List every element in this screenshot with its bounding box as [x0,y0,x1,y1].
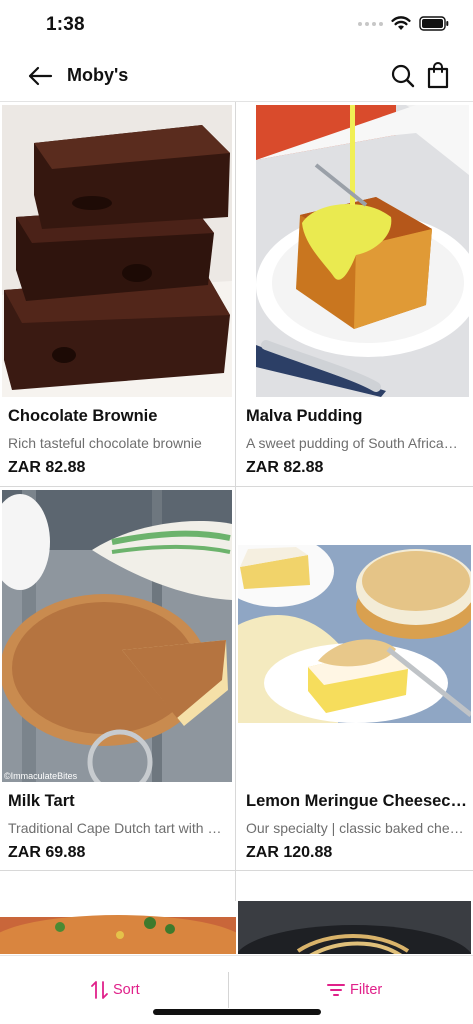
product-price: ZAR 120.88 [246,844,333,861]
product-price: ZAR 69.88 [8,844,86,861]
product-image-lemon-meringue[interactable] [238,545,471,723]
bar-divider [228,972,229,1008]
sort-icon [91,981,108,999]
product-price: ZAR 82.88 [8,459,86,476]
product-card[interactable] [0,871,236,954]
status-time: 1:38 [46,14,85,35]
arrow-left-icon [28,66,53,86]
status-bar: 1:38 [0,0,473,50]
product-image-partial[interactable] [238,901,471,954]
battery-icon [419,16,449,31]
product-name: Milk Tart [8,792,75,810]
product-card[interactable]: Malva Pudding A sweet pudding of South A… [236,102,473,487]
product-card[interactable] [236,871,473,954]
product-image-partial[interactable] [0,901,236,954]
product-grid: Chocolate Brownie Rich tasteful chocolat… [0,102,473,954]
status-icons [358,16,449,31]
product-name: Malva Pudding [246,407,363,425]
search-button[interactable] [390,63,416,89]
filter-button[interactable]: Filter [326,973,382,1007]
product-card[interactable]: Chocolate Brownie Rich tasteful chocolat… [0,102,236,487]
page-title: Moby's [67,65,129,85]
filter-icon [327,984,345,996]
product-description: Our specialty | classic baked cheesecake [246,820,464,836]
wifi-icon [391,16,411,30]
product-name: Lemon Meringue Cheesecake [246,792,468,810]
back-button[interactable] [26,62,54,90]
product-image-brownie[interactable] [2,105,232,397]
cellular-signal-icon [358,21,383,26]
product-description: Rich tasteful chocolate brownie [8,435,202,451]
product-price: ZAR 82.88 [246,459,324,476]
filter-label: Filter [350,982,383,998]
search-icon [391,64,415,88]
product-description: A sweet pudding of South African origin [246,435,464,451]
product-image-milk-tart[interactable]: ©ImmaculateBites [2,490,232,782]
product-image-malva-pudding[interactable] [256,105,469,397]
product-card[interactable]: ©ImmaculateBites Milk Tart Traditional C… [0,487,236,871]
home-indicator [153,1009,321,1015]
product-card[interactable]: Lemon Meringue Cheesecake Our specialty … [236,487,473,871]
shopping-bag-icon [427,62,449,89]
image-watermark: ©ImmaculateBites [4,771,78,781]
product-name: Chocolate Brownie [8,407,158,425]
product-description: Traditional Cape Dutch tart with milk [8,820,226,836]
sort-button[interactable]: Sort [91,973,140,1007]
app-header: Moby's [0,52,473,100]
cart-button[interactable] [425,61,451,89]
sort-label: Sort [113,982,140,998]
